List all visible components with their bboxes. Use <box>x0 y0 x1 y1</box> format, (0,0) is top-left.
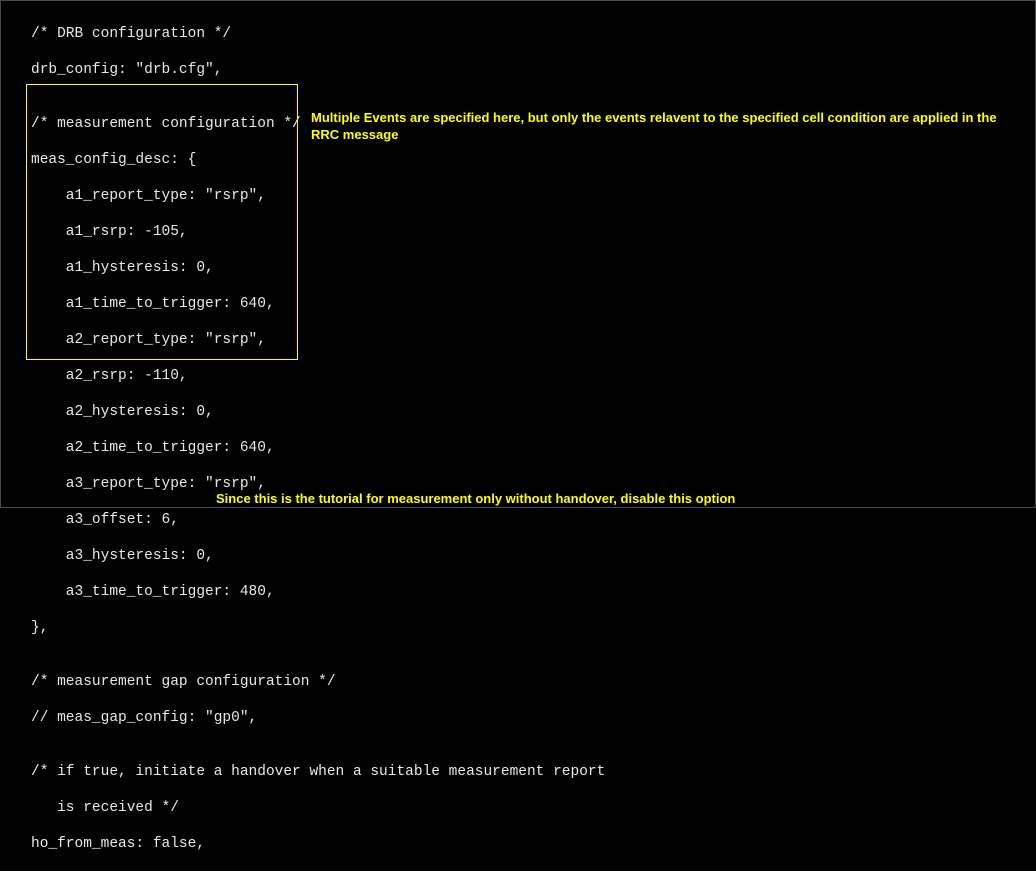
code-line: drb_config: "drb.cfg", <box>31 61 1027 79</box>
code-line: a2_time_to_trigger: 640, <box>31 439 1027 457</box>
code-line: // meas_gap_config: "gp0", <box>31 709 1027 727</box>
code-line: a3_offset: 6, <box>31 511 1027 529</box>
code-line: a2_rsrp: -110, <box>31 367 1027 385</box>
code-line: /* DRB configuration */ <box>31 25 1027 43</box>
code-line: a2_hysteresis: 0, <box>31 403 1027 421</box>
code-line: }, <box>31 619 1027 637</box>
code-line: ho_from_meas: false, <box>31 835 1027 853</box>
annotation-ho-from-meas: Since this is the tutorial for measureme… <box>216 491 735 506</box>
code-line: meas_config_desc: { <box>31 151 1027 169</box>
code-line: /* measurement gap configuration */ <box>31 673 1027 691</box>
code-line: a3_hysteresis: 0, <box>31 547 1027 565</box>
code-line: a1_report_type: "rsrp", <box>31 187 1027 205</box>
code-line: a2_report_type: "rsrp", <box>31 331 1027 349</box>
code-line: a3_time_to_trigger: 480, <box>31 583 1027 601</box>
code-line: a1_hysteresis: 0, <box>31 259 1027 277</box>
code-line: a1_time_to_trigger: 640, <box>31 295 1027 313</box>
code-line: a1_rsrp: -105, <box>31 223 1027 241</box>
code-line: is received */ <box>31 799 1027 817</box>
code-line: /* if true, initiate a handover when a s… <box>31 763 1027 781</box>
annotation-meas-config: Multiple Events are specified here, but … <box>311 109 1011 143</box>
